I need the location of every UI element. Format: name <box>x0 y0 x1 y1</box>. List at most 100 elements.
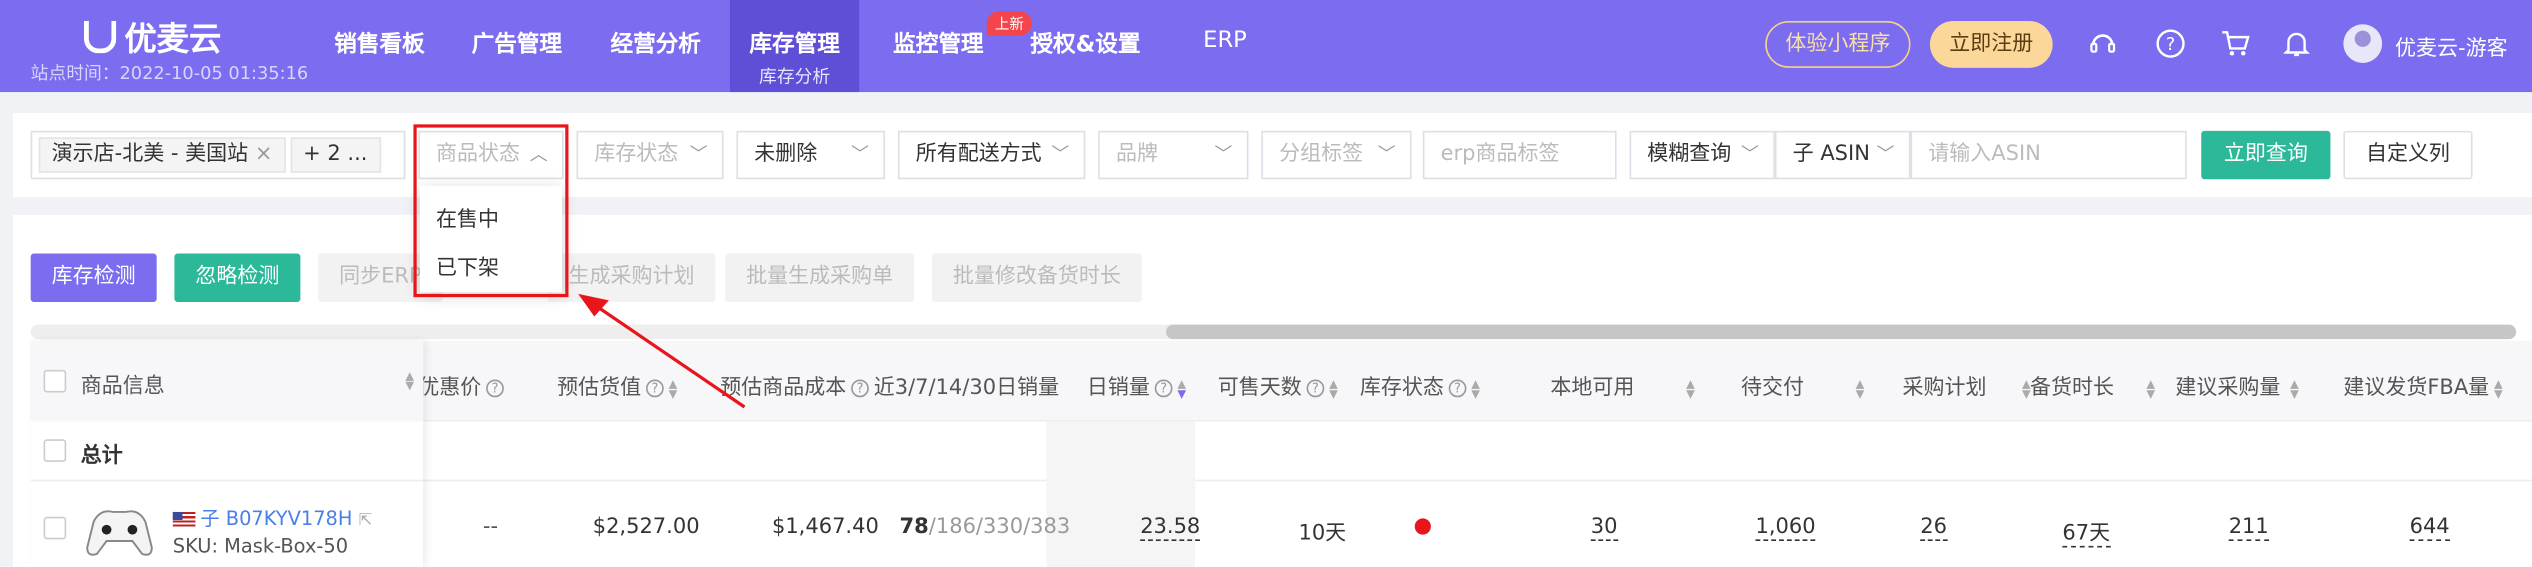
query-button[interactable]: 立即查询 <box>2201 130 2331 180</box>
product-image[interactable] <box>84 502 155 560</box>
header-days[interactable]: 可售天数? ▲ ▼ <box>1218 370 1341 400</box>
match-select[interactable]: 模糊查询 ﹀ <box>1629 130 1775 180</box>
cell-est-value: $2,527.00 <box>592 515 700 540</box>
asin-link[interactable]: 子 B07KYV178H ⇱ <box>172 504 373 531</box>
sort-icon[interactable]: ▲ ▼ <box>405 371 416 392</box>
sort-icon[interactable]: ▲ ▼ <box>2494 378 2505 399</box>
cell-plan[interactable]: 26 <box>1920 515 1947 542</box>
header-suggest-fba-label: 建议发货FBA量 <box>2343 376 2490 401</box>
header-discount-label: 优惠价 <box>418 376 482 401</box>
header-product: 商品信息 <box>80 374 165 399</box>
asin-type-select[interactable]: 子 ASIN ﹀ <box>1774 130 1911 180</box>
sort-icon[interactable]: ▲ ▼ <box>1177 378 1188 399</box>
top-nav: 优麦云 站点时间：2022-10-05 01:35:16 销售看板 广告管理 经… <box>0 0 2532 93</box>
chevron-down-icon: ﹀ <box>1876 143 1895 165</box>
stock-status-select[interactable]: 库存状态 ﹀ <box>576 130 724 180</box>
shop-tag: 演示店-北美 - 美国站 × <box>38 137 286 173</box>
user-name[interactable]: 优麦云-游客 <box>2395 31 2508 61</box>
header-local[interactable]: 本地可用 ▲ ▼ <box>1550 370 1697 400</box>
brand-name: 优麦云 <box>124 19 222 59</box>
custom-columns-button[interactable]: 自定义列 <box>2343 130 2473 180</box>
stock-status-placeholder: 库存状态 <box>594 142 679 167</box>
cell-sales-3d: 78 <box>899 515 929 540</box>
close-icon[interactable]: × <box>255 142 273 166</box>
batch-order-button[interactable]: 批量生成采购单 <box>725 253 915 303</box>
external-link-icon[interactable]: ⇱ <box>359 512 373 530</box>
cell-lead[interactable]: 67天 <box>2062 515 2111 548</box>
cell-daily[interactable]: 23.58 <box>1140 515 1201 542</box>
nav-sales-board[interactable]: 销售看板 <box>334 27 424 59</box>
select-all-checkbox[interactable] <box>43 369 67 393</box>
bell-icon[interactable] <box>2280 27 2312 59</box>
us-flag-icon <box>172 511 196 527</box>
avatar[interactable] <box>2343 24 2383 63</box>
headset-icon[interactable] <box>2087 27 2119 59</box>
cell-suggest-fba[interactable]: 644 <box>2409 515 2450 542</box>
nav-erp[interactable]: ERP <box>1203 27 1247 53</box>
logo-icon <box>83 20 117 53</box>
cell-pending[interactable]: 1,060 <box>1755 515 1816 542</box>
help-icon: ? <box>851 379 869 398</box>
brand-logo[interactable]: 优麦云 <box>83 13 222 60</box>
cell-sales: 78/186/330/383 <box>900 515 1071 539</box>
chevron-down-icon: ﹀ <box>851 143 869 165</box>
chevron-down-icon: ﹀ <box>689 143 708 165</box>
row-checkbox[interactable] <box>43 516 67 540</box>
nav-monitor[interactable]: 监控管理 <box>893 27 983 59</box>
cart-icon[interactable] <box>2219 27 2251 59</box>
sku-text: SKU: Mask-Box-50 <box>172 534 349 558</box>
sort-icon[interactable]: ▲ ▼ <box>2290 378 2301 399</box>
header-discount[interactable]: 优惠价? <box>418 370 504 401</box>
new-badge: 上新 <box>986 11 1033 36</box>
delivery-select[interactable]: 所有配送方式 ﹀ <box>897 130 1086 180</box>
header-plan[interactable]: 采购计划 ▲ ▼ <box>1902 370 2033 401</box>
help-icon[interactable]: ? <box>2154 27 2186 59</box>
group-tag-select[interactable]: 分组标签 ﹀ <box>1261 130 1412 180</box>
help-icon: ? <box>1306 379 1325 398</box>
header-stock-status[interactable]: 库存状态? ▲ ▼ <box>1360 370 1483 400</box>
frozen-column: 商品信息 ▲ ▼ 总计 子 B07KYV178H ⇱ SKU: Mask-Box-… <box>30 340 424 567</box>
cell-sales-rest: /186/330/383 <box>928 515 1071 540</box>
header-sales[interactable]: 近3/7/14/30日销量 <box>874 370 1059 400</box>
chevron-down-icon: ﹀ <box>1740 143 1759 165</box>
header-daily-label: 日销量 <box>1086 376 1150 401</box>
cell-est-cost: $1,467.40 <box>771 515 879 540</box>
cell-discount: -- <box>482 515 499 540</box>
site-time: 站点时间：2022-10-05 01:35:16 <box>30 62 309 84</box>
sort-icon[interactable]: ▲ ▼ <box>1686 378 1697 399</box>
nav-inventory[interactable]: 库存管理 库存分析 <box>729 0 860 93</box>
brand-select[interactable]: 品牌 ﹀ <box>1098 130 1249 180</box>
header-pending[interactable]: 待交付 ▲ ▼ <box>1741 370 1867 400</box>
total-checkbox[interactable] <box>43 439 67 462</box>
sort-icon[interactable]: ▲ ▼ <box>2146 378 2157 399</box>
sort-icon[interactable]: ▲ ▼ <box>1471 378 1482 399</box>
ignore-check-button[interactable]: 忽略检测 <box>174 253 301 303</box>
scrollbar-thumb[interactable] <box>1166 324 2517 340</box>
sort-icon[interactable]: ▲ ▼ <box>1856 378 1867 399</box>
shop-select[interactable]: 演示店-北美 - 美国站 × + 2 ... <box>30 130 406 180</box>
asin-type-value: 子 ASIN <box>1792 142 1870 167</box>
shop-tag-label: 演示店-北美 - 美国站 <box>51 142 249 167</box>
batch-lead-button[interactable]: 批量修改备货时长 <box>931 253 1142 303</box>
erp-tag-input[interactable]: erp商品标签 <box>1422 130 1617 180</box>
header-lead[interactable]: 备货时长 ▲ ▼ <box>2030 370 2158 400</box>
header-daily[interactable]: 日销量? ▲ ▼ <box>1086 370 1189 401</box>
sort-icon[interactable]: ▲ ▼ <box>1329 378 1340 399</box>
mini-program-button[interactable]: 体验小程序 <box>1765 20 1911 68</box>
stock-check-button[interactable]: 库存检测 <box>30 253 157 303</box>
nav-analysis[interactable]: 经营分析 <box>610 27 700 59</box>
chevron-down-icon: ﹀ <box>1051 143 1070 165</box>
deleted-value: 未删除 <box>754 142 818 167</box>
header-plan-label: 采购计划 <box>1902 376 1987 401</box>
header-suggest-fba[interactable]: 建议发货FBA量 ▲ ▼ <box>2343 370 2505 401</box>
nav-settings[interactable]: 授权&设置 <box>1030 27 1140 59</box>
highlight-box <box>413 124 569 298</box>
asin-input[interactable]: 请输入ASIN <box>1910 130 2187 180</box>
nav-ads[interactable]: 广告管理 <box>472 27 562 59</box>
header-suggest-buy[interactable]: 建议采购量 ▲ ▼ <box>2175 370 2301 400</box>
deleted-select[interactable]: 未删除 ﹀ <box>736 130 886 180</box>
nav-inventory-sub: 库存分析 <box>759 66 831 88</box>
cell-suggest-buy[interactable]: 211 <box>2228 515 2269 542</box>
cell-local[interactable]: 30 <box>1590 515 1618 542</box>
register-button[interactable]: 立即注册 <box>1929 20 2053 68</box>
